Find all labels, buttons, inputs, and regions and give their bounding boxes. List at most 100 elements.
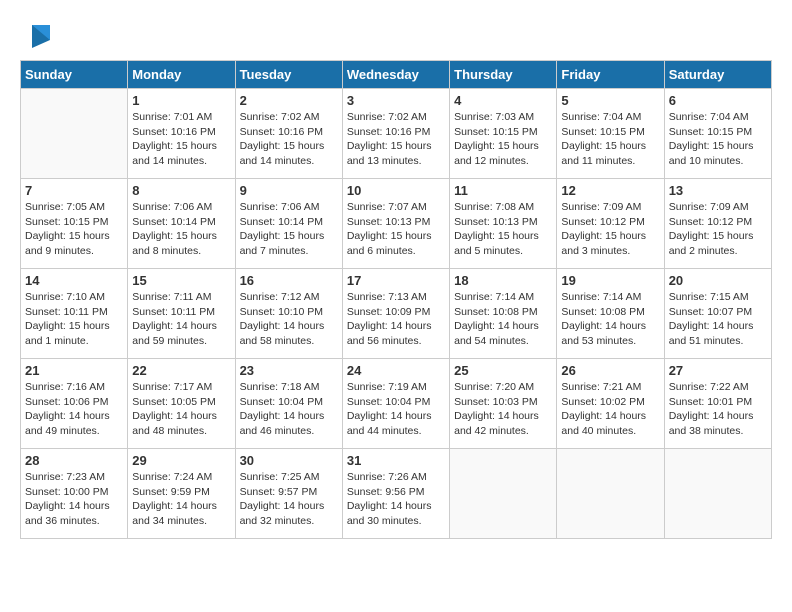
day-info: Sunrise: 7:08 AM Sunset: 10:13 PM Daylig…: [454, 200, 552, 259]
day-info: Sunrise: 7:06 AM Sunset: 10:14 PM Daylig…: [132, 200, 230, 259]
day-cell: [664, 449, 771, 539]
day-info: Sunrise: 7:23 AM Sunset: 10:00 PM Daylig…: [25, 470, 123, 529]
header-saturday: Saturday: [664, 61, 771, 89]
day-info: Sunrise: 7:04 AM Sunset: 10:15 PM Daylig…: [561, 110, 659, 169]
day-cell: 19 Sunrise: 7:14 AM Sunset: 10:08 PM Dayl…: [557, 269, 664, 359]
day-number: 19: [561, 273, 659, 288]
day-cell: 16 Sunrise: 7:12 AM Sunset: 10:10 PM Dayl…: [235, 269, 342, 359]
day-cell: 20Sunrise: 7:15 AM Sunset: 10:07 PM Dayl…: [664, 269, 771, 359]
day-cell: 5Sunrise: 7:04 AM Sunset: 10:15 PM Dayli…: [557, 89, 664, 179]
calendar-table: SundayMondayTuesdayWednesdayThursdayFrid…: [20, 60, 772, 539]
day-number: 21: [25, 363, 123, 378]
day-number: 24: [347, 363, 445, 378]
day-number: 22: [132, 363, 230, 378]
day-info: Sunrise: 7:09 AM Sunset: 10:12 PM Daylig…: [561, 200, 659, 259]
day-info: Sunrise: 7:15 AM Sunset: 10:07 PM Daylig…: [669, 290, 767, 349]
day-number: 13: [669, 183, 767, 198]
day-number: 2: [240, 93, 338, 108]
day-number: 12: [561, 183, 659, 198]
day-number: 3: [347, 93, 445, 108]
day-cell: 2 Sunrise: 7:02 AM Sunset: 10:16 PM Dayli…: [235, 89, 342, 179]
header-tuesday: Tuesday: [235, 61, 342, 89]
day-number: 28: [25, 453, 123, 468]
day-number: 4: [454, 93, 552, 108]
day-info: Sunrise: 7:21 AM Sunset: 10:02 PM Daylig…: [561, 380, 659, 439]
day-number: 1: [132, 93, 230, 108]
day-info: Sunrise: 7:02 AM Sunset: 10:16 PM Daylig…: [347, 110, 445, 169]
day-number: 26: [561, 363, 659, 378]
day-number: 30: [240, 453, 338, 468]
day-info: Sunrise: 7:14 AM Sunset: 10:08 PM Daylig…: [561, 290, 659, 349]
day-cell: 7Sunrise: 7:05 AM Sunset: 10:15 PM Dayli…: [21, 179, 128, 269]
day-cell: 10Sunrise: 7:07 AM Sunset: 10:13 PM Dayl…: [342, 179, 449, 269]
day-cell: 23Sunrise: 7:18 AM Sunset: 10:04 PM Dayl…: [235, 359, 342, 449]
day-info: Sunrise: 7:02 AM Sunset: 10:16 PM Daylig…: [240, 110, 338, 169]
week-row-1: 1 Sunrise: 7:01 AM Sunset: 10:16 PM Dayli…: [21, 89, 772, 179]
week-row-3: 14 Sunrise: 7:10 AM Sunset: 10:11 PM Dayl…: [21, 269, 772, 359]
day-cell: 24 Sunrise: 7:19 AM Sunset: 10:04 PM Dayl…: [342, 359, 449, 449]
week-row-4: 21Sunrise: 7:16 AM Sunset: 10:06 PM Dayl…: [21, 359, 772, 449]
day-cell: 15 Sunrise: 7:11 AM Sunset: 10:11 PM Dayl…: [128, 269, 235, 359]
day-number: 15: [132, 273, 230, 288]
day-cell: 14 Sunrise: 7:10 AM Sunset: 10:11 PM Dayl…: [21, 269, 128, 359]
day-number: 11: [454, 183, 552, 198]
day-cell: [450, 449, 557, 539]
day-number: 25: [454, 363, 552, 378]
day-cell: 13 Sunrise: 7:09 AM Sunset: 10:12 PM Dayl…: [664, 179, 771, 269]
day-info: Sunrise: 7:20 AM Sunset: 10:03 PM Daylig…: [454, 380, 552, 439]
day-info: Sunrise: 7:22 AM Sunset: 10:01 PM Daylig…: [669, 380, 767, 439]
day-number: 9: [240, 183, 338, 198]
day-number: 17: [347, 273, 445, 288]
day-cell: 1 Sunrise: 7:01 AM Sunset: 10:16 PM Dayli…: [128, 89, 235, 179]
day-info: Sunrise: 7:24 AM Sunset: 9:59 PM Dayligh…: [132, 470, 230, 529]
day-number: 27: [669, 363, 767, 378]
day-cell: 6 Sunrise: 7:04 AM Sunset: 10:15 PM Dayli…: [664, 89, 771, 179]
day-cell: 11 Sunrise: 7:08 AM Sunset: 10:13 PM Dayl…: [450, 179, 557, 269]
day-cell: 31Sunrise: 7:26 AM Sunset: 9:56 PM Dayli…: [342, 449, 449, 539]
day-info: Sunrise: 7:14 AM Sunset: 10:08 PM Daylig…: [454, 290, 552, 349]
day-info: Sunrise: 7:05 AM Sunset: 10:15 PM Daylig…: [25, 200, 123, 259]
week-row-5: 28 Sunrise: 7:23 AM Sunset: 10:00 PM Dayl…: [21, 449, 772, 539]
day-cell: 9 Sunrise: 7:06 AM Sunset: 10:14 PM Dayli…: [235, 179, 342, 269]
day-info: Sunrise: 7:12 AM Sunset: 10:10 PM Daylig…: [240, 290, 338, 349]
day-number: 6: [669, 93, 767, 108]
header-thursday: Thursday: [450, 61, 557, 89]
day-info: Sunrise: 7:06 AM Sunset: 10:14 PM Daylig…: [240, 200, 338, 259]
day-info: Sunrise: 7:19 AM Sunset: 10:04 PM Daylig…: [347, 380, 445, 439]
header-sunday: Sunday: [21, 61, 128, 89]
day-cell: [557, 449, 664, 539]
day-cell: [21, 89, 128, 179]
day-cell: 12 Sunrise: 7:09 AM Sunset: 10:12 PM Dayl…: [557, 179, 664, 269]
day-number: 14: [25, 273, 123, 288]
logo-icon: [22, 20, 52, 50]
header-monday: Monday: [128, 61, 235, 89]
header-row: SundayMondayTuesdayWednesdayThursdayFrid…: [21, 61, 772, 89]
day-info: Sunrise: 7:10 AM Sunset: 10:11 PM Daylig…: [25, 290, 123, 349]
logo: [20, 20, 52, 50]
day-cell: 25 Sunrise: 7:20 AM Sunset: 10:03 PM Dayl…: [450, 359, 557, 449]
day-cell: 8 Sunrise: 7:06 AM Sunset: 10:14 PM Dayli…: [128, 179, 235, 269]
day-info: Sunrise: 7:03 AM Sunset: 10:15 PM Daylig…: [454, 110, 552, 169]
day-info: Sunrise: 7:09 AM Sunset: 10:12 PM Daylig…: [669, 200, 767, 259]
day-cell: 22 Sunrise: 7:17 AM Sunset: 10:05 PM Dayl…: [128, 359, 235, 449]
day-info: Sunrise: 7:11 AM Sunset: 10:11 PM Daylig…: [132, 290, 230, 349]
day-info: Sunrise: 7:07 AM Sunset: 10:13 PM Daylig…: [347, 200, 445, 259]
day-cell: 30Sunrise: 7:25 AM Sunset: 9:57 PM Dayli…: [235, 449, 342, 539]
day-info: Sunrise: 7:13 AM Sunset: 10:09 PM Daylig…: [347, 290, 445, 349]
day-info: Sunrise: 7:18 AM Sunset: 10:04 PM Daylig…: [240, 380, 338, 439]
day-cell: 26 Sunrise: 7:21 AM Sunset: 10:02 PM Dayl…: [557, 359, 664, 449]
header-friday: Friday: [557, 61, 664, 89]
day-cell: 18 Sunrise: 7:14 AM Sunset: 10:08 PM Dayl…: [450, 269, 557, 359]
header-wednesday: Wednesday: [342, 61, 449, 89]
day-cell: 3 Sunrise: 7:02 AM Sunset: 10:16 PM Dayli…: [342, 89, 449, 179]
day-info: Sunrise: 7:01 AM Sunset: 10:16 PM Daylig…: [132, 110, 230, 169]
day-info: Sunrise: 7:04 AM Sunset: 10:15 PM Daylig…: [669, 110, 767, 169]
day-cell: 17 Sunrise: 7:13 AM Sunset: 10:09 PM Dayl…: [342, 269, 449, 359]
day-number: 8: [132, 183, 230, 198]
day-number: 29: [132, 453, 230, 468]
day-info: Sunrise: 7:17 AM Sunset: 10:05 PM Daylig…: [132, 380, 230, 439]
week-row-2: 7Sunrise: 7:05 AM Sunset: 10:15 PM Dayli…: [21, 179, 772, 269]
day-number: 18: [454, 273, 552, 288]
day-cell: 27 Sunrise: 7:22 AM Sunset: 10:01 PM Dayl…: [664, 359, 771, 449]
day-number: 16: [240, 273, 338, 288]
